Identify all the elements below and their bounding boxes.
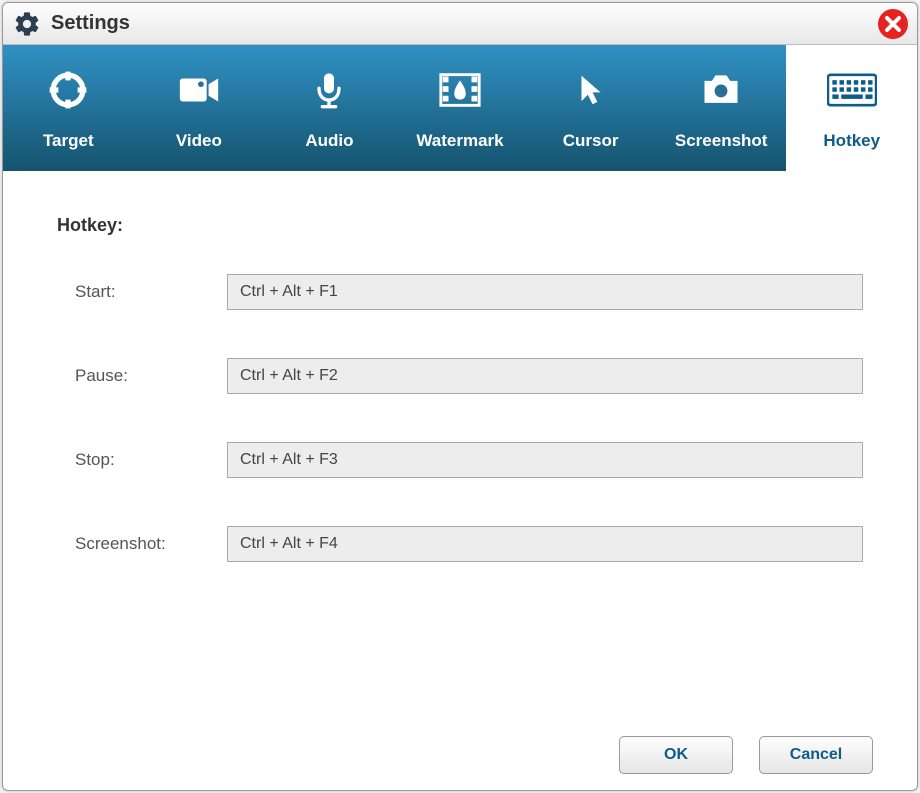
video-icon <box>174 65 224 115</box>
tab-watermark[interactable]: Watermark <box>395 45 526 171</box>
footer: OK Cancel <box>3 720 917 790</box>
close-button[interactable] <box>877 8 909 40</box>
hotkey-input-stop[interactable] <box>227 442 863 478</box>
target-icon <box>43 65 93 115</box>
settings-window: Settings Target Video Audio <box>2 2 918 791</box>
tabbar: Target Video Audio Watermark Cursor <box>3 45 917 171</box>
tab-label: Screenshot <box>675 131 768 151</box>
tab-label: Watermark <box>416 131 503 151</box>
close-icon <box>877 8 909 40</box>
tab-video[interactable]: Video <box>134 45 265 171</box>
tab-hotkey[interactable]: Hotkey <box>786 45 917 171</box>
hotkey-icon <box>827 65 877 115</box>
tab-label: Cursor <box>563 131 619 151</box>
hotkey-row-stop: Stop: <box>57 442 863 478</box>
audio-icon <box>304 65 354 115</box>
tab-label: Target <box>43 131 94 151</box>
cancel-button[interactable]: Cancel <box>759 736 873 774</box>
row-label: Stop: <box>57 450 227 470</box>
tab-cursor[interactable]: Cursor <box>525 45 656 171</box>
hotkey-row-start: Start: <box>57 274 863 310</box>
titlebar: Settings <box>3 3 917 45</box>
row-label: Screenshot: <box>57 534 227 554</box>
tab-label: Audio <box>305 131 353 151</box>
tab-audio[interactable]: Audio <box>264 45 395 171</box>
cursor-icon <box>566 65 616 115</box>
tab-label: Video <box>176 131 222 151</box>
row-label: Pause: <box>57 366 227 386</box>
hotkey-input-start[interactable] <box>227 274 863 310</box>
section-label: Hotkey: <box>57 215 863 236</box>
content-area: Hotkey: Start: Pause: Stop: Screenshot: <box>3 171 917 720</box>
hotkey-input-pause[interactable] <box>227 358 863 394</box>
tab-screenshot[interactable]: Screenshot <box>656 45 787 171</box>
hotkey-input-screenshot[interactable] <box>227 526 863 562</box>
window-title: Settings <box>51 12 130 35</box>
watermark-icon <box>435 65 485 115</box>
hotkey-row-screenshot: Screenshot: <box>57 526 863 562</box>
ok-button[interactable]: OK <box>619 736 733 774</box>
gear-icon <box>13 10 41 38</box>
hotkey-row-pause: Pause: <box>57 358 863 394</box>
tab-target[interactable]: Target <box>3 45 134 171</box>
screenshot-icon <box>696 65 746 115</box>
tab-label: Hotkey <box>823 131 880 151</box>
row-label: Start: <box>57 282 227 302</box>
